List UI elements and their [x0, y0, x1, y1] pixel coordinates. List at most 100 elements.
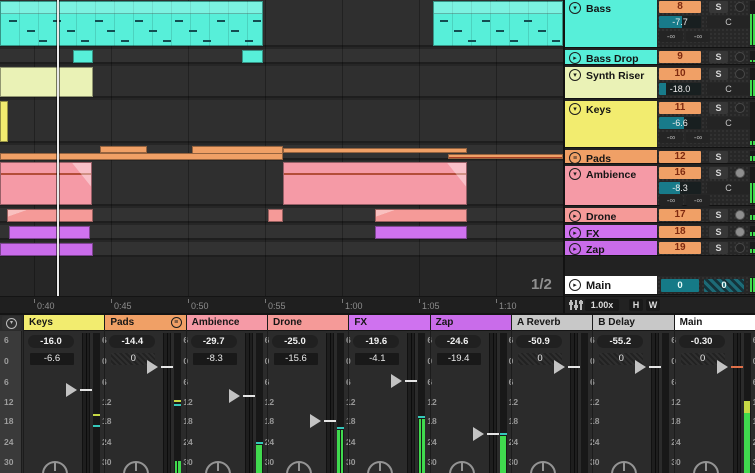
- arrangement-area[interactable]: [0, 0, 563, 296]
- pan-knob[interactable]: [42, 461, 68, 473]
- pan-knob[interactable]: [367, 461, 393, 473]
- main-output-box[interactable]: 0: [661, 279, 699, 292]
- arm-button[interactable]: [731, 209, 748, 221]
- mixer-track-name-drone[interactable]: Drone: [268, 315, 348, 331]
- track-number-box[interactable]: 16: [659, 167, 701, 179]
- track-name-zap[interactable]: ▸Zap: [565, 241, 657, 256]
- peak-level-display[interactable]: -19.6: [353, 335, 399, 348]
- clip[interactable]: [268, 209, 283, 222]
- mixer-track-name-pads[interactable]: Pads≡: [105, 315, 185, 331]
- fader-handle[interactable]: [635, 360, 646, 374]
- clip[interactable]: [448, 154, 563, 159]
- arm-button[interactable]: [731, 68, 748, 80]
- track-lane-keys[interactable]: [0, 100, 563, 143]
- mixer-fold-button[interactable]: ▾: [2, 316, 21, 330]
- peak-level-display[interactable]: -50.9: [516, 335, 562, 348]
- fold-icon[interactable]: ▸: [569, 52, 581, 64]
- clip[interactable]: [100, 146, 147, 153]
- track-volume-box[interactable]: -18.0: [659, 83, 701, 95]
- fold-icon[interactable]: ▾: [569, 103, 581, 115]
- clip[interactable]: [242, 50, 263, 63]
- fader-track[interactable]: [489, 333, 497, 473]
- fold-icon[interactable]: ▾: [569, 168, 581, 180]
- solo-button[interactable]: S: [709, 1, 728, 13]
- fader-handle[interactable]: [147, 360, 158, 374]
- track-name-keys[interactable]: ▾Keys: [565, 101, 657, 148]
- send-knob-1[interactable]: -∞: [686, 195, 710, 206]
- fader-track[interactable]: [733, 333, 741, 473]
- fader-track[interactable]: [82, 333, 90, 473]
- mixer-track-name-keys[interactable]: Keys: [24, 315, 104, 331]
- volume-value-box[interactable]: -4.1: [355, 353, 399, 365]
- fader-handle[interactable]: [229, 389, 240, 403]
- pan-knob[interactable]: [286, 461, 312, 473]
- pan-knob[interactable]: [530, 461, 556, 473]
- arm-button[interactable]: [731, 51, 748, 63]
- clip[interactable]: [73, 50, 93, 63]
- fader-track[interactable]: [407, 333, 415, 473]
- pan-knob[interactable]: [693, 461, 719, 473]
- fader-handle-line[interactable]: [487, 433, 499, 435]
- solo-button[interactable]: S: [709, 167, 728, 179]
- fader-track[interactable]: [326, 333, 334, 473]
- track-name-ambience[interactable]: ▾Ambience: [565, 166, 657, 206]
- clip[interactable]: [9, 226, 90, 239]
- clip[interactable]: [7, 209, 93, 222]
- clip[interactable]: [0, 67, 93, 97]
- zoom-height-button[interactable]: H: [629, 299, 643, 311]
- track-name-bass-drop[interactable]: ▸Bass Drop: [565, 50, 657, 65]
- clip[interactable]: [283, 148, 467, 153]
- fader-handle[interactable]: [717, 360, 728, 374]
- fader-track[interactable]: [245, 333, 253, 473]
- fader-handle-line[interactable]: [161, 366, 173, 368]
- send-knob-1[interactable]: -∞: [686, 31, 710, 42]
- fader-handle[interactable]: [310, 414, 321, 428]
- pan-knob[interactable]: [123, 461, 149, 473]
- track-name-main[interactable]: ▸Main: [565, 276, 657, 295]
- track-number-box[interactable]: 19: [659, 242, 701, 254]
- track-name-bass[interactable]: ▾Bass: [565, 0, 657, 48]
- solo-button[interactable]: S: [709, 68, 728, 80]
- fold-icon[interactable]: ▾: [569, 2, 581, 14]
- clip-fade-handle[interactable]: [447, 163, 467, 188]
- fader-handle[interactable]: [66, 383, 77, 397]
- fold-icon[interactable]: ▸: [569, 210, 581, 222]
- track-pan-box[interactable]: C: [707, 117, 750, 129]
- mixer-track-name-ambience[interactable]: Ambience: [187, 315, 267, 331]
- solo-button[interactable]: S: [709, 151, 728, 163]
- mixer-track-name-a-reverb[interactable]: A Reverb: [512, 315, 592, 331]
- solo-button[interactable]: S: [709, 51, 728, 63]
- fader-track[interactable]: [570, 333, 578, 473]
- group-icon[interactable]: ≡: [171, 317, 182, 328]
- send-knob-0[interactable]: -∞: [659, 132, 683, 143]
- clip[interactable]: [0, 1, 263, 46]
- clip-fade-handle[interactable]: [72, 163, 92, 188]
- track-number-box[interactable]: 18: [659, 226, 701, 238]
- fader-handle-line[interactable]: [568, 366, 580, 368]
- fold-icon[interactable]: ▾: [569, 69, 581, 81]
- track-name-synth-riser[interactable]: ▾Synth Riser: [565, 67, 657, 99]
- clip[interactable]: [375, 226, 467, 239]
- solo-button[interactable]: S: [709, 226, 728, 238]
- volume-value-box[interactable]: -15.6: [274, 353, 318, 365]
- peak-level-display[interactable]: -24.6: [435, 335, 481, 348]
- track-number-box[interactable]: 12: [659, 151, 701, 163]
- playhead[interactable]: [57, 0, 59, 296]
- fold-icon[interactable]: ▸: [569, 227, 581, 239]
- peak-level-display[interactable]: -55.2: [597, 335, 643, 348]
- fader-handle[interactable]: [554, 360, 565, 374]
- mixer-fader-icon[interactable]: [570, 300, 582, 310]
- track-volume-box[interactable]: -8.3: [659, 182, 701, 194]
- send-knob-1[interactable]: -∞: [686, 132, 710, 143]
- main-cue-box[interactable]: 0: [704, 279, 744, 292]
- peak-level-display[interactable]: -29.7: [191, 335, 237, 348]
- track-volume-box[interactable]: -7.7: [659, 16, 701, 28]
- clip[interactable]: [375, 209, 467, 222]
- volume-value-box[interactable]: -6.6: [30, 353, 74, 365]
- fader-handle-line[interactable]: [405, 380, 417, 382]
- clip[interactable]: [0, 153, 283, 160]
- fader-handle-line[interactable]: [80, 389, 92, 391]
- peak-level-display[interactable]: -25.0: [272, 335, 318, 348]
- fader-handle[interactable]: [473, 427, 484, 441]
- arm-button[interactable]: [731, 226, 748, 238]
